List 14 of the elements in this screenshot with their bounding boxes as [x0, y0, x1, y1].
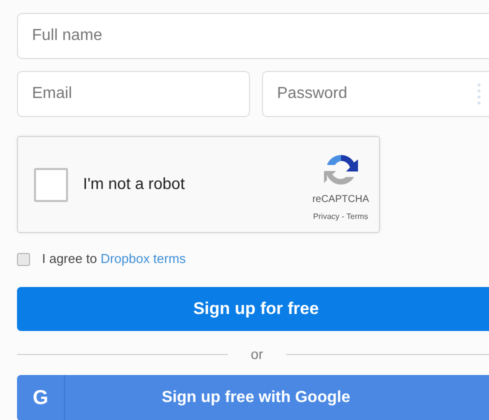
- password-field[interactable]: Password: [262, 71, 489, 117]
- signup-button[interactable]: Sign up for free: [17, 287, 489, 331]
- captcha-links[interactable]: Privacy - Terms: [313, 211, 368, 223]
- terms-link[interactable]: Dropbox terms: [100, 251, 186, 266]
- agree-checkbox[interactable]: [17, 252, 30, 266]
- recaptcha-brand: reCAPTCHA: [312, 193, 369, 207]
- captcha-checkbox[interactable]: [34, 168, 68, 202]
- full-name-field[interactable]: Full name: [17, 13, 489, 59]
- email-field[interactable]: Email: [17, 71, 250, 117]
- agree-text: I agree to Dropbox terms: [42, 250, 186, 268]
- dots-icon[interactable]: [477, 83, 481, 105]
- google-signup-button[interactable]: G Sign up free with Google: [17, 375, 489, 420]
- captcha-label: I'm not a robot: [83, 174, 186, 194]
- divider-text: or: [250, 344, 264, 364]
